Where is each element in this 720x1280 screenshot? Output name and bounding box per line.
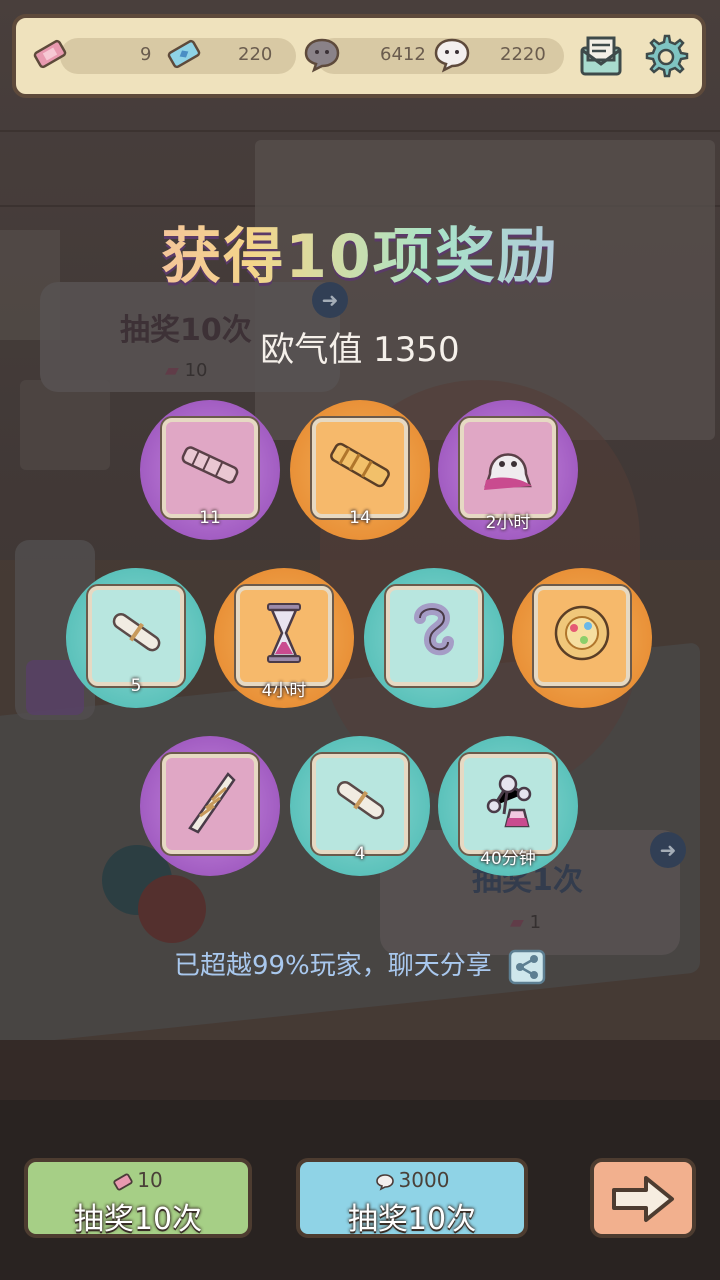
blue-ticket-icon	[167, 39, 201, 69]
reward-item[interactable]: 4	[290, 736, 430, 876]
grey-speech-bubble-icon	[304, 38, 340, 73]
speech-bubble-icon	[375, 1173, 394, 1191]
reward-card	[312, 418, 408, 518]
draw-10-ticket-button[interactable]: 10 抽奖10次	[24, 1158, 252, 1238]
scroll-icon	[112, 613, 161, 652]
glass-tube-icon	[414, 603, 454, 656]
reward-card	[88, 586, 184, 686]
right-arrow-icon	[612, 1176, 674, 1222]
ghost-cloth-icon	[484, 453, 532, 490]
reward-quantity: 4小时	[261, 681, 307, 701]
reward-title: 获得10项奖励	[0, 208, 720, 295]
reward-quantity: 2小时	[485, 513, 531, 533]
hourglass-icon	[267, 603, 301, 663]
orb-plate-icon	[554, 605, 610, 661]
grey-bubble-count: 6412	[380, 44, 426, 65]
reward-card	[386, 586, 482, 686]
reward-quantity: 40分钟	[480, 849, 536, 869]
gear-icon[interactable]	[640, 32, 690, 82]
share-text: 已超越99%玩家，聊天分享	[173, 951, 492, 981]
reward-quantity: 11	[199, 508, 221, 528]
reward-card	[460, 754, 556, 854]
reward-item[interactable]: 11	[140, 400, 280, 540]
reward-item[interactable]	[140, 736, 280, 876]
reward-quantity: 4	[354, 844, 366, 864]
resource-bar: 9 220 6412 2220	[12, 14, 706, 98]
draw-10-ticket-label: 抽奖10次	[73, 1202, 203, 1237]
reward-item[interactable]: 2小时	[438, 400, 578, 540]
reward-quantity: 14	[349, 508, 371, 528]
reward-card	[162, 418, 258, 518]
reward-item[interactable]: 40分钟	[438, 736, 578, 876]
reward-card	[534, 586, 630, 686]
reward-item[interactable]	[512, 568, 652, 708]
share-icon[interactable]	[508, 949, 546, 985]
reward-item[interactable]: 14	[290, 400, 430, 540]
draw-10-ticket-cost: 10	[28, 1168, 248, 1192]
reward-quantity: 5	[130, 676, 142, 696]
reward-card	[460, 418, 556, 518]
crystal-wand-icon	[188, 772, 236, 834]
telescope-icon	[181, 446, 239, 484]
blue-ticket-count: 220	[238, 44, 273, 65]
draw-10-bubble-cost: 3000	[300, 1168, 524, 1192]
next-button[interactable]	[590, 1158, 696, 1238]
draw-10-bubble-label: 抽奖10次	[347, 1202, 477, 1237]
mail-icon[interactable]	[576, 32, 626, 82]
pink-ticket-icon	[113, 1173, 133, 1190]
draw-10-ticket-cost-value: 10	[137, 1168, 163, 1192]
reward-item[interactable]: 5	[66, 568, 206, 708]
share-row[interactable]: 已超越99%玩家，聊天分享	[0, 945, 720, 985]
gold-telescope-icon	[330, 442, 390, 488]
reward-item[interactable]: 4小时	[214, 568, 354, 708]
draw-10-bubble-button[interactable]: 3000 抽奖10次	[296, 1158, 528, 1238]
molecule-flask-icon	[486, 774, 532, 828]
reward-card	[312, 754, 408, 854]
draw-10-bubble-cost-value: 3000	[398, 1168, 450, 1192]
scroll-icon	[336, 781, 385, 820]
reward-card	[236, 586, 332, 686]
white-ghost-bubble-icon	[434, 38, 470, 73]
reward-card	[162, 754, 258, 854]
reward-item[interactable]	[364, 568, 504, 708]
white-bubble-count: 2220	[500, 44, 546, 65]
pink-ticket-count: 9	[140, 44, 152, 65]
pink-ticket-icon	[33, 39, 67, 69]
luck-value: 欧气值 1350	[260, 330, 460, 370]
